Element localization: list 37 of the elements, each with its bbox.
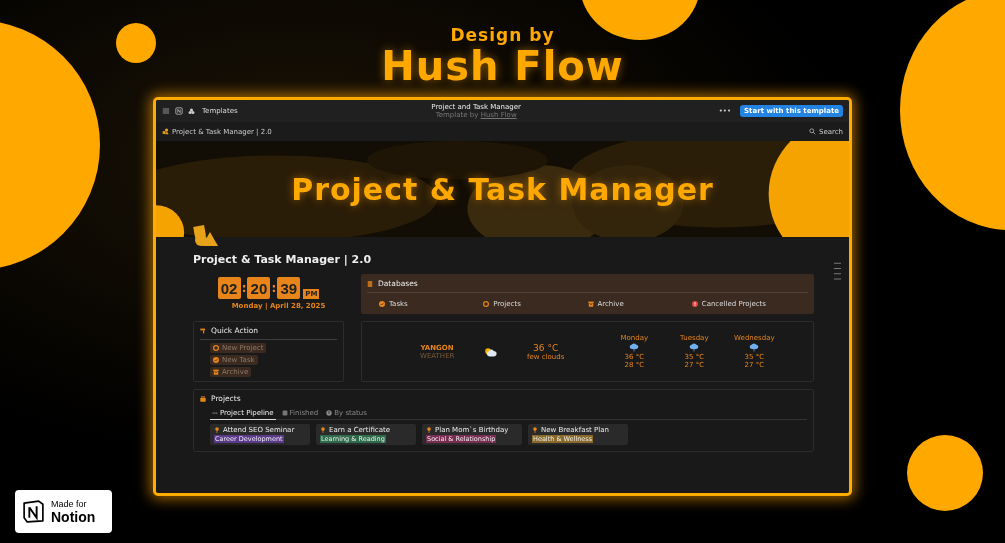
rain-cloud-icon: [629, 343, 640, 352]
database-icon: [367, 280, 373, 287]
dots-icon: [212, 410, 218, 416]
design-by-text: Design by: [449, 27, 556, 44]
notion-logo-icon: [21, 499, 46, 524]
shapes-icon: [193, 225, 219, 247]
outline-marks: [834, 261, 841, 283]
pin-icon: [426, 427, 432, 433]
pin-icon: [214, 427, 220, 433]
pin-icon: [532, 427, 538, 433]
brand-title: Hush Flow: [381, 46, 624, 86]
page-title: Project & Task Manager | 2.0: [193, 253, 373, 266]
sun-cloud-icon: [484, 346, 497, 357]
status-icon: [326, 410, 333, 416]
badge-title: Notion: [51, 508, 96, 525]
archive-icon: [587, 301, 594, 307]
shapes-icon: [188, 107, 195, 115]
search-icon[interactable]: [808, 128, 816, 135]
shapes-icon: [162, 128, 169, 135]
check-icon: [213, 357, 219, 363]
circle-decoration: [116, 23, 156, 63]
rain-cloud-icon: [689, 343, 700, 352]
briefcase-icon: [200, 395, 206, 402]
clock-separator: :: [241, 281, 247, 295]
clock-minutes: 20: [247, 277, 271, 299]
notion-logo-icon[interactable]: [175, 107, 183, 115]
current-temperature: 36 °C: [532, 342, 560, 353]
pin-icon: [320, 427, 326, 433]
cover-title: Project & Task Manager: [291, 171, 714, 207]
clock-hours: 02: [217, 277, 241, 299]
alert-icon: [691, 301, 698, 307]
clock-separator: :: [271, 281, 277, 295]
check-icon: [379, 301, 385, 307]
rain-cloud-icon: [749, 343, 760, 352]
clock-seconds: 39: [277, 277, 301, 299]
archive-icon: [213, 369, 219, 375]
badge-caption: Made for: [51, 498, 88, 509]
